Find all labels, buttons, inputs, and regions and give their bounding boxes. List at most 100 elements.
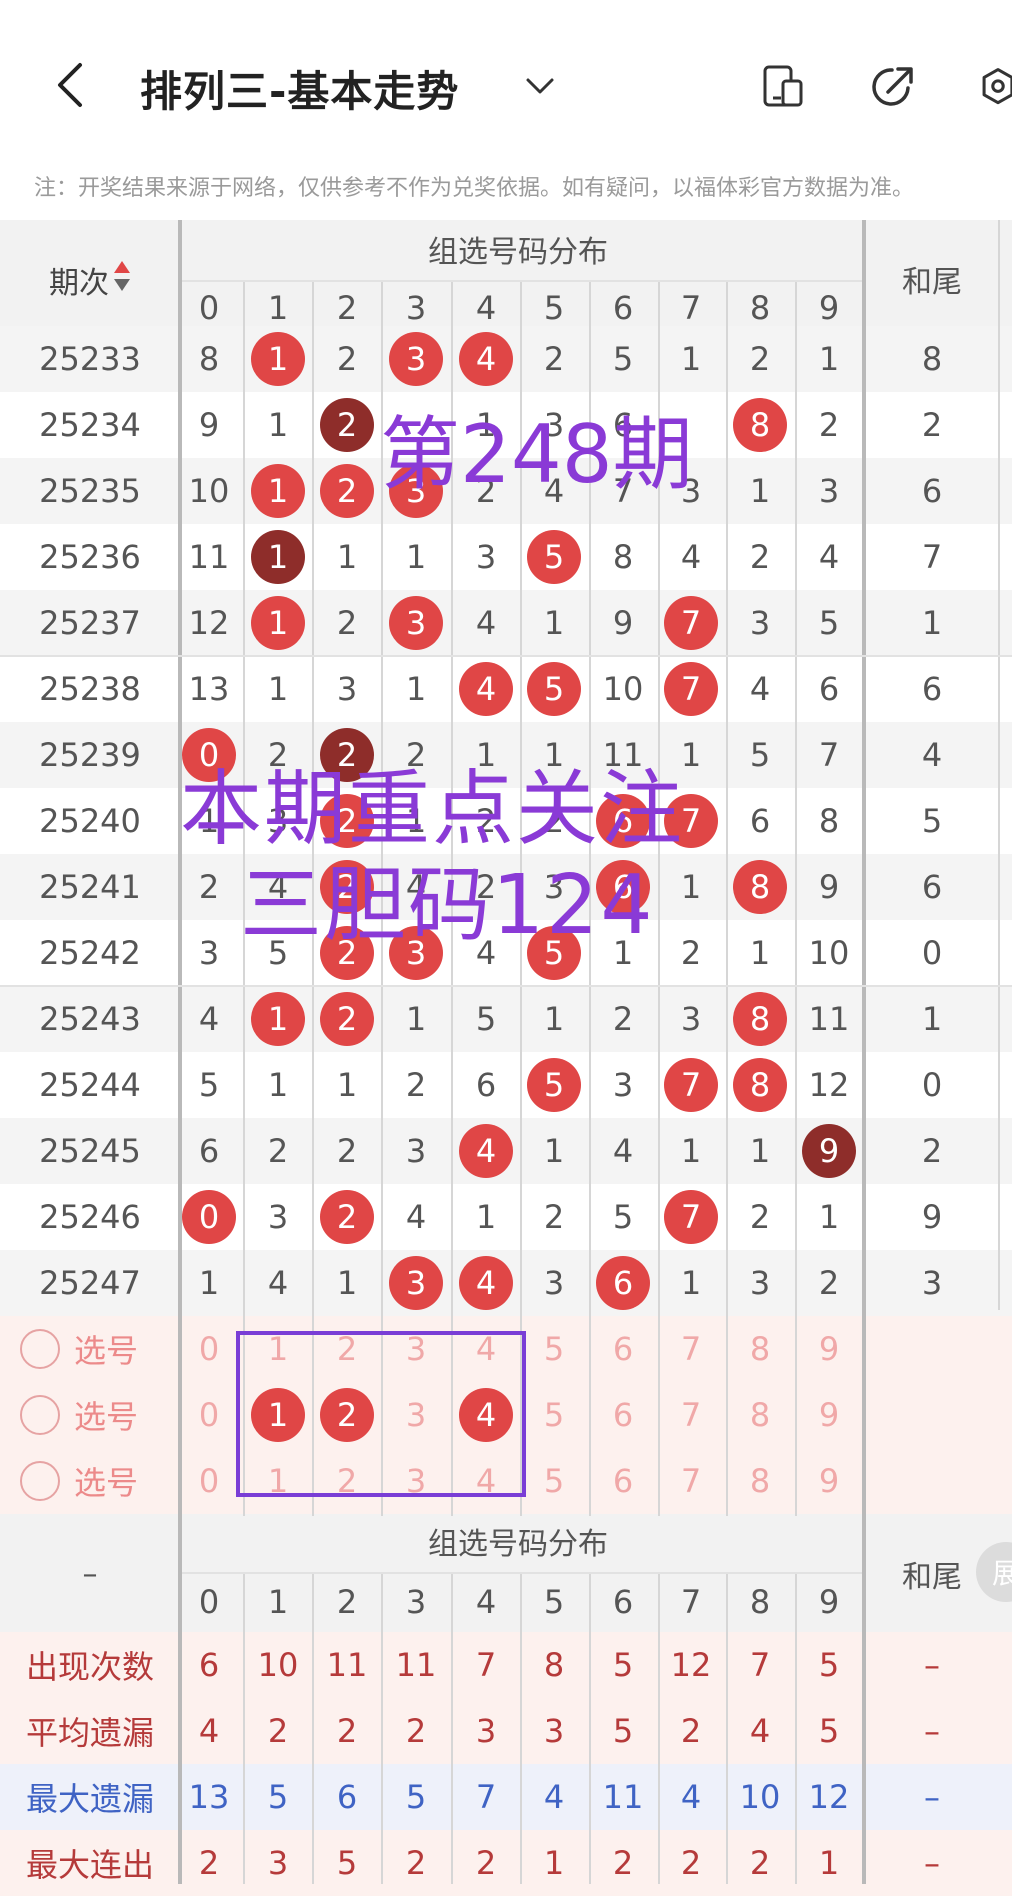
omission-cell: 3 (818, 472, 840, 510)
tail-cell: 9 (921, 1198, 943, 1236)
number-ball-cell: 8 (727, 1052, 793, 1118)
omission-cell: 7 (818, 736, 840, 774)
number-ball-cell: 7 (658, 590, 724, 656)
pick-digit[interactable]: 0 (176, 1448, 242, 1514)
pick-row-toggle[interactable]: 选号 (20, 1382, 150, 1448)
stats-value: 7 (475, 1646, 497, 1684)
pick-digit[interactable]: 5 (521, 1316, 587, 1382)
grid-line (520, 1574, 522, 1884)
omission-cell: 2 (818, 1264, 840, 1302)
omission-cell: 1 (818, 1198, 840, 1236)
pick-digit[interactable]: 8 (727, 1448, 793, 1514)
tail-cell: 1 (921, 604, 943, 642)
number-ball-cell: 1 (245, 326, 311, 392)
grid-line (795, 1574, 797, 1884)
stats-digit-header: 3 (405, 1583, 427, 1621)
pick-digit[interactable]: 7 (658, 1316, 724, 1382)
number-ball-cell: 1 (245, 590, 311, 656)
pick-digit[interactable]: 6 (590, 1316, 656, 1382)
page-title[interactable]: 排列三-基本走势 (140, 58, 459, 119)
stats-value: 3 (267, 1844, 289, 1882)
radio-circle-icon[interactable] (20, 1461, 60, 1501)
grid-line (658, 1574, 660, 1884)
pick-digit[interactable]: 7 (658, 1448, 724, 1514)
pick-row-label: 选号 (74, 1332, 139, 1370)
grid-line (381, 1574, 383, 1884)
number-ball-cell: 9 (796, 1118, 862, 1184)
period-cell: 25243 (39, 1000, 141, 1038)
stats-value: 2 (405, 1844, 427, 1882)
omission-cell: 1 (749, 1132, 771, 1170)
omission-cell: 1 (405, 538, 427, 576)
stats-value: 2 (749, 1844, 771, 1882)
stats-value: 5 (612, 1646, 634, 1684)
drawn-number-ball: 4 (459, 1256, 513, 1310)
settings-icon[interactable] (978, 62, 1012, 112)
omission-cell: 2 (267, 1132, 289, 1170)
grid-line (178, 220, 182, 1632)
pick-digit[interactable]: 6 (590, 1448, 656, 1514)
drawn-number-ball: 1 (251, 596, 305, 650)
phone-icon[interactable] (758, 62, 808, 112)
pick-digit[interactable]: 0 (176, 1316, 242, 1382)
omission-cell: 2 (749, 1198, 771, 1236)
stats-digit-header: 5 (543, 1583, 565, 1621)
pick-digit[interactable]: 0 (176, 1382, 242, 1448)
omission-cell: 4 (680, 538, 702, 576)
drawn-number-ball: 4 (459, 662, 513, 716)
period-header[interactable]: 期次 (30, 250, 150, 310)
pick-digit[interactable]: 6 (590, 1382, 656, 1448)
grid-line (178, 1632, 182, 1884)
pick-row-toggle[interactable]: 选号 (20, 1316, 150, 1382)
drawn-number-ball: 8 (733, 860, 787, 914)
number-ball-cell: 5 (521, 1052, 587, 1118)
overlay-period-note: 第248期 (380, 408, 693, 501)
drawn-number-ball: 7 (664, 596, 718, 650)
period-header-label: 期次 (49, 266, 109, 301)
pick-digit[interactable]: 5 (521, 1382, 587, 1448)
pick-digit[interactable]: 8 (727, 1382, 793, 1448)
pick-digit[interactable]: 9 (796, 1382, 862, 1448)
tail-cell: 0 (921, 1066, 943, 1104)
back-button[interactable] (44, 55, 94, 115)
chevron-down-icon[interactable] (520, 66, 560, 106)
stats-value: 3 (543, 1712, 565, 1750)
pick-digit[interactable]: 7 (658, 1382, 724, 1448)
pick-digit[interactable]: 9 (796, 1316, 862, 1382)
stats-digit-header: 9 (818, 1583, 840, 1621)
stats-digit-header: 8 (749, 1583, 771, 1621)
stats-digit-header: 6 (612, 1583, 634, 1621)
omission-cell: 4 (267, 1264, 289, 1302)
pick-row-toggle[interactable]: 选号 (20, 1448, 150, 1514)
stats-label: 出现次数 (25, 1648, 154, 1686)
drawn-number-ball: 2 (320, 464, 374, 518)
pick-digit[interactable]: 8 (727, 1316, 793, 1382)
omission-cell: 13 (188, 670, 230, 708)
stats-group-header: 组选号码分布 (428, 1527, 608, 1562)
number-ball-cell: 2 (314, 458, 380, 524)
sort-icon[interactable] (113, 259, 131, 301)
omission-cell: 1 (680, 868, 702, 906)
pick-digit[interactable]: 9 (796, 1448, 862, 1514)
radio-circle-icon[interactable] (20, 1395, 60, 1435)
omission-cell: 1 (680, 1264, 702, 1302)
drawn-number-ball: 7 (664, 662, 718, 716)
omission-cell: 1 (749, 934, 771, 972)
grid-line (182, 280, 862, 282)
stats-value: 12 (808, 1778, 850, 1816)
number-ball-cell: 7 (658, 1184, 724, 1250)
grid-line (726, 1574, 728, 1884)
stats-value: 3 (475, 1712, 497, 1750)
repeat-number-ball: 1 (251, 530, 305, 584)
omission-cell: 3 (612, 1066, 634, 1104)
number-ball-cell: 2 (314, 1184, 380, 1250)
omission-cell: 10 (188, 472, 230, 510)
drawn-number-ball: 5 (527, 1058, 581, 1112)
stats-value: 2 (475, 1844, 497, 1882)
share-icon[interactable] (868, 62, 918, 112)
period-cell: 25241 (39, 868, 141, 906)
stats-value: 8 (543, 1646, 565, 1684)
grid-line (451, 1574, 453, 1884)
pick-digit[interactable]: 5 (521, 1448, 587, 1514)
radio-circle-icon[interactable] (20, 1329, 60, 1369)
